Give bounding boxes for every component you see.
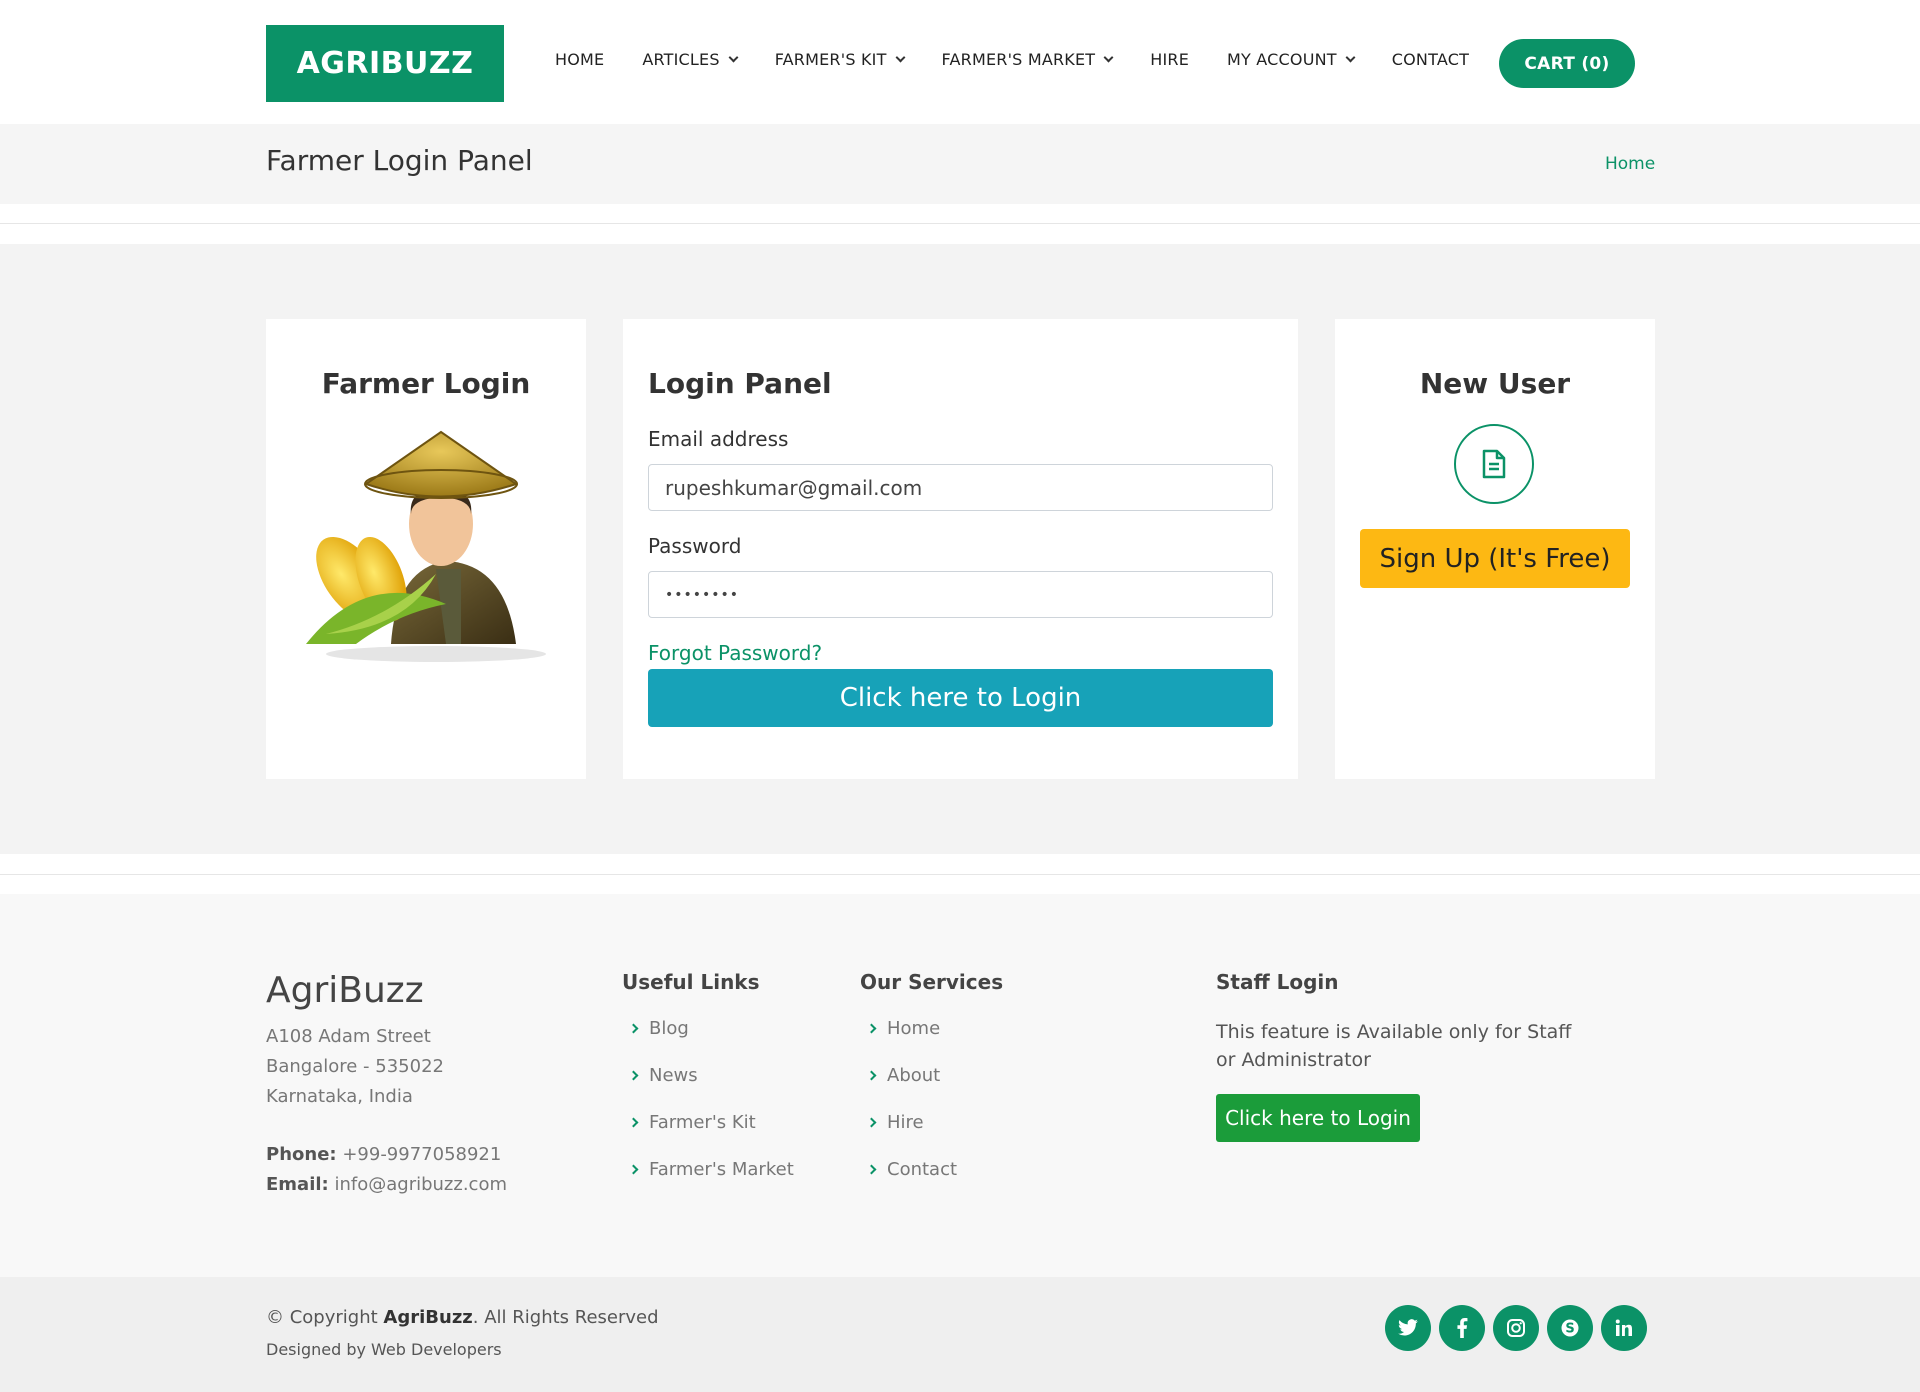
chevron-down-icon	[1345, 52, 1356, 62]
footer-address-line: A108 Adam Street	[266, 1026, 431, 1047]
footer-service-about[interactable]: About	[866, 1065, 941, 1086]
footer-service-contact[interactable]: Contact	[866, 1159, 958, 1180]
twitter-icon[interactable]	[1385, 1305, 1431, 1351]
main-nav: HOME ARTICLES FARMER'S KIT FARMER'S MARK…	[555, 50, 1507, 69]
password-field[interactable]: ••••••••	[648, 571, 1273, 618]
nav-home[interactable]: HOME	[555, 50, 604, 69]
new-user-card: New User Sign Up (It's Free)	[1335, 319, 1655, 779]
cart-button[interactable]: CART (0)	[1499, 39, 1635, 88]
phone-value: +99-9977058921	[342, 1144, 502, 1165]
document-icon-circle	[1454, 424, 1534, 504]
footer-link-label: Contact	[887, 1159, 958, 1180]
nav-my-account[interactable]: MY ACCOUNT	[1227, 50, 1356, 69]
footer-address-line: Karnataka, India	[266, 1086, 413, 1107]
footer-link-farmers-market[interactable]: Farmer's Market	[628, 1159, 794, 1180]
login-button[interactable]: Click here to Login	[648, 669, 1273, 727]
nav-my-account-label: MY ACCOUNT	[1227, 50, 1337, 69]
designed-by: Designed by Web Developers	[266, 1340, 502, 1359]
facebook-icon[interactable]	[1439, 1305, 1485, 1351]
copyright-brand: AgriBuzz	[383, 1307, 473, 1328]
forgot-password-link[interactable]: Forgot Password?	[648, 641, 822, 665]
chevron-right-icon	[628, 1117, 639, 1128]
footer-link-label: Home	[887, 1018, 941, 1039]
chevron-right-icon	[866, 1070, 877, 1081]
breadcrumb-home-link[interactable]: Home	[1605, 154, 1655, 174]
staff-login-button[interactable]: Click here to Login	[1216, 1094, 1420, 1142]
chevron-down-icon	[1103, 52, 1114, 62]
footer-link-blog[interactable]: Blog	[628, 1018, 689, 1039]
nav-farmers-kit[interactable]: FARMER'S KIT	[774, 50, 905, 69]
copyright-prefix: © Copyright	[266, 1307, 378, 1328]
new-user-title: New User	[1419, 367, 1571, 400]
nav-home-label: HOME	[555, 50, 605, 69]
signup-button[interactable]: Sign Up (It's Free)	[1360, 529, 1630, 588]
bottom-bar: © Copyright AgriBuzz. All Rights Reserve…	[0, 1277, 1920, 1392]
footer-phone: Phone: +99-9977058921	[266, 1144, 501, 1165]
farmer-login-title: Farmer Login	[321, 367, 531, 400]
footer-link-label: News	[649, 1065, 698, 1086]
nav-articles-label: ARTICLES	[642, 50, 720, 69]
email-label: Email:	[266, 1174, 329, 1195]
divider	[0, 223, 1920, 224]
document-icon	[1482, 449, 1506, 479]
staff-login-title: Staff Login	[1216, 970, 1339, 994]
page-title: Farmer Login Panel	[266, 144, 533, 177]
nav-farmers-market-label: FARMER'S MARKET	[941, 50, 1096, 69]
copyright-suffix: . All Rights Reserved	[472, 1307, 659, 1328]
services-title: Our Services	[860, 970, 1004, 994]
main-section: Farmer Login Login Panel Email address r…	[0, 244, 1920, 1096]
nav-articles[interactable]: ARTICLES	[642, 50, 739, 69]
chevron-right-icon	[866, 1023, 877, 1034]
site-footer: AgriBuzz A108 Adam Street Bangalore - 53…	[0, 894, 1920, 1277]
email-label: Email address	[648, 427, 789, 451]
chevron-down-icon	[895, 52, 905, 62]
nav-contact[interactable]: CONTACT	[1392, 50, 1469, 69]
farmer-illustration	[306, 430, 546, 662]
copyright: © Copyright AgriBuzz. All Rights Reserve…	[266, 1307, 659, 1328]
footer-link-label: Farmer's Kit	[649, 1112, 756, 1133]
chevron-right-icon	[628, 1023, 639, 1034]
footer-link-label: Blog	[649, 1018, 689, 1039]
nav-farmers-kit-label: FARMER'S KIT	[774, 50, 887, 69]
nav-contact-label: CONTACT	[1391, 50, 1470, 69]
nav-hire[interactable]: HIRE	[1150, 50, 1189, 69]
email-field[interactable]: rupeshkumar@gmail.com	[648, 464, 1273, 511]
footer-link-label: About	[887, 1065, 941, 1086]
password-label: Password	[648, 534, 742, 558]
login-panel-card: Login Panel Email address rupeshkumar@gm…	[623, 319, 1298, 779]
breadcrumb-bar: Farmer Login Panel Home	[0, 124, 1920, 204]
footer-service-hire[interactable]: Hire	[866, 1112, 924, 1133]
nav-farmers-market[interactable]: FARMER'S MARKET	[941, 50, 1114, 69]
login-panel-title: Login Panel	[648, 367, 832, 400]
social-links: S	[1385, 1305, 1655, 1351]
useful-links-title: Useful Links	[622, 970, 760, 994]
chevron-right-icon	[628, 1070, 639, 1081]
footer-link-farmers-kit[interactable]: Farmer's Kit	[628, 1112, 756, 1133]
chevron-right-icon	[628, 1164, 639, 1175]
divider	[0, 874, 1920, 875]
svg-text:S: S	[1565, 1322, 1574, 1337]
email-value[interactable]: info@agribuzz.com	[334, 1174, 507, 1195]
site-logo[interactable]: AGRIBUZZ	[266, 25, 504, 102]
footer-link-label: Farmer's Market	[649, 1159, 794, 1180]
staff-login-description: This feature is Available only for Staff…	[1216, 1021, 1572, 1071]
chevron-right-icon	[866, 1117, 877, 1128]
footer-brand: AgriBuzz	[266, 970, 424, 1011]
site-header: AGRIBUZZ HOME ARTICLES FARMER'S KIT FARM…	[0, 0, 1920, 124]
footer-link-news[interactable]: News	[628, 1065, 698, 1086]
footer-link-label: Hire	[887, 1112, 924, 1133]
footer-address-line: Bangalore - 535022	[266, 1056, 444, 1077]
instagram-icon[interactable]	[1493, 1305, 1539, 1351]
farmer-login-card: Farmer Login	[266, 319, 586, 779]
linkedin-icon[interactable]	[1601, 1305, 1647, 1351]
nav-hire-label: HIRE	[1150, 50, 1190, 69]
phone-label: Phone:	[266, 1144, 337, 1165]
skype-icon[interactable]: S	[1547, 1305, 1593, 1351]
footer-service-home[interactable]: Home	[866, 1018, 941, 1039]
footer-email: Email: info@agribuzz.com	[266, 1174, 507, 1195]
chevron-right-icon	[866, 1164, 877, 1175]
chevron-down-icon	[728, 52, 739, 62]
